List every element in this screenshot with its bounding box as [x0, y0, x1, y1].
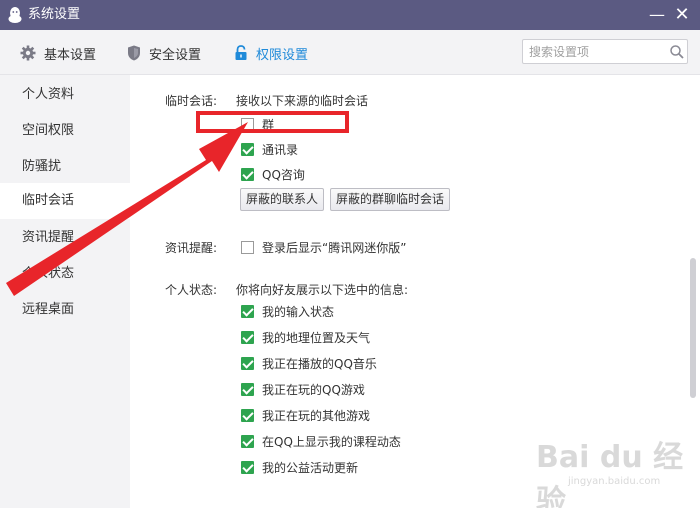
- checkbox-label: 在QQ上显示我的课程动态: [262, 434, 401, 449]
- checkbox[interactable]: [241, 434, 254, 448]
- checkbox-qq-consult[interactable]: QQ咨询: [241, 165, 305, 183]
- personal-status-desc: 你将向好友展示以下选中的信息:: [236, 283, 409, 297]
- checkbox-qq-game[interactable]: 我正在玩的QQ游戏: [241, 380, 365, 398]
- baidu-watermark-url: jingyan.baidu.com: [568, 476, 661, 487]
- tab-label: 安全设置: [149, 47, 202, 63]
- tab-label: 基本设置: [44, 47, 97, 63]
- baidu-watermark: Bai du 经验: [536, 440, 684, 508]
- checkbox[interactable]: [241, 460, 254, 474]
- temp-session-desc: 接收以下来源的临时会话: [236, 94, 369, 108]
- qq-penguin-icon: [8, 7, 22, 23]
- search-input[interactable]: [529, 43, 659, 60]
- checkbox-input-status[interactable]: 我的输入状态: [241, 302, 334, 320]
- checkbox-contacts[interactable]: 通讯录: [241, 140, 298, 158]
- search-box[interactable]: [522, 39, 688, 64]
- checkbox[interactable]: [241, 330, 254, 344]
- checkbox-other-game[interactable]: 我正在玩的其他游戏: [241, 406, 370, 424]
- checkbox-label: 我正在玩的其他游戏: [262, 408, 371, 423]
- personal-status-label: 个人状态:: [165, 283, 218, 297]
- blocked-contacts-button[interactable]: 屏蔽的联系人: [240, 188, 325, 211]
- tab-label: 权限设置: [256, 47, 309, 63]
- minimize-button[interactable]: —: [646, 4, 668, 26]
- sidebar-item-personal-status[interactable]: 个人状态: [0, 256, 130, 292]
- window-title: 系统设置: [28, 7, 81, 22]
- search-icon[interactable]: [669, 44, 685, 60]
- checkbox[interactable]: [241, 142, 254, 156]
- blocked-group-chat-button[interactable]: 屏蔽的群聊临时会话: [330, 188, 451, 211]
- checkbox[interactable]: [241, 382, 254, 396]
- checkbox-label: 我正在播放的QQ音乐: [262, 356, 377, 371]
- settings-sidebar: 个人资料 空间权限 防骚扰 临时会话 资讯提醒 个人状态 远程桌面: [0, 75, 130, 508]
- settings-tabbar: 基本设置 安全设置 权限设置: [0, 30, 700, 75]
- scrollbar[interactable]: [690, 258, 696, 398]
- checkbox-label: 我的地理位置及天气: [262, 330, 371, 345]
- checkbox-label: 我的公益活动更新: [262, 460, 359, 475]
- checkbox-label: 通讯录: [262, 142, 299, 157]
- checkbox-label: QQ咨询: [262, 167, 305, 182]
- checkbox[interactable]: [241, 240, 254, 254]
- checkbox[interactable]: [241, 304, 254, 318]
- tab-basic-settings[interactable]: 基本设置: [20, 42, 96, 64]
- checkbox-qq-music[interactable]: 我正在播放的QQ音乐: [241, 354, 377, 372]
- checkbox-charity-update[interactable]: 我的公益活动更新: [241, 458, 358, 476]
- close-button[interactable]: ✕: [671, 4, 693, 26]
- checkbox[interactable]: [241, 356, 254, 370]
- checkbox[interactable]: [241, 167, 254, 181]
- checkbox-label: 登录后显示“腾讯网迷你版”: [262, 240, 407, 255]
- sidebar-item-temp-session[interactable]: 临时会话: [0, 183, 130, 219]
- checkbox-label: 我正在玩的QQ游戏: [262, 382, 365, 397]
- tab-security-settings[interactable]: 安全设置: [127, 42, 201, 64]
- sidebar-item-remote-desktop[interactable]: 远程桌面: [0, 292, 130, 328]
- sidebar-item-space-permission[interactable]: 空间权限: [0, 113, 130, 149]
- title-bar: 系统设置 — ✕: [0, 0, 700, 30]
- checkbox-label: 我的输入状态: [262, 304, 335, 319]
- gear-icon: [20, 45, 36, 61]
- checkbox[interactable]: [241, 408, 254, 422]
- sidebar-item-anti-harassment[interactable]: 防骚扰: [0, 149, 130, 185]
- temp-session-label: 临时会话:: [165, 94, 218, 108]
- sidebar-item-profile[interactable]: 个人资料: [0, 77, 130, 113]
- tab-permission-settings[interactable]: 权限设置: [234, 42, 308, 64]
- checkbox-location-weather[interactable]: 我的地理位置及天气: [241, 328, 370, 346]
- shield-icon: [128, 45, 140, 61]
- sidebar-item-news-reminder[interactable]: 资讯提醒: [0, 220, 130, 256]
- lock-icon: [235, 45, 247, 60]
- annotation-highlight-box: [196, 111, 349, 133]
- news-reminder-label: 资讯提醒:: [165, 241, 218, 255]
- checkbox-course-activity[interactable]: 在QQ上显示我的课程动态: [241, 432, 401, 450]
- checkbox-mini-news[interactable]: 登录后显示“腾讯网迷你版”: [241, 238, 406, 256]
